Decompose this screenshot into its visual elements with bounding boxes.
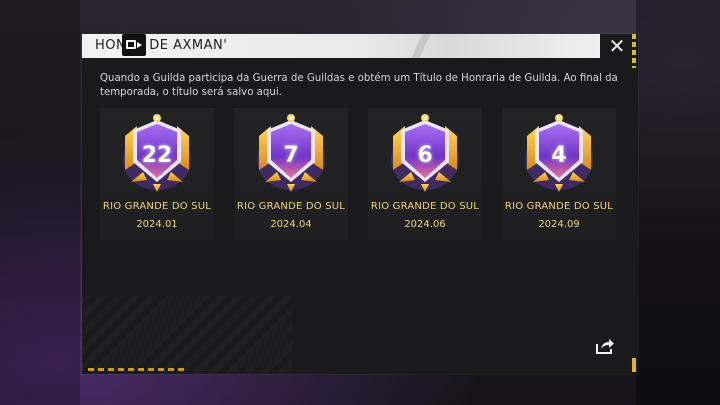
- honor-region: RIO GRANDE DO SUL: [370, 201, 480, 212]
- honor-rank: 4: [551, 143, 567, 168]
- honor-season: 2024.01: [136, 219, 178, 230]
- guild-honor-dialog: HONRA DE AXMAN' ✕ Quando a Guilda partic…: [82, 34, 638, 374]
- honor-card[interactable]: 22 RIO GRANDE DO SUL 2024.01: [100, 108, 214, 240]
- background-right-shade: [636, 0, 720, 405]
- close-icon: ✕: [608, 34, 626, 58]
- share-button[interactable]: [594, 336, 616, 356]
- close-button[interactable]: ✕: [604, 34, 630, 58]
- honor-rank: 7: [283, 143, 299, 168]
- honor-season: 2024.09: [538, 219, 580, 230]
- gold-corner-accent-bottom: [632, 358, 636, 372]
- hatch-decoration: [82, 296, 292, 374]
- honor-card[interactable]: 4 RIO GRANDE DO SUL 2024.09: [502, 108, 616, 240]
- background-left-shade: [0, 0, 80, 405]
- share-icon: [596, 339, 614, 354]
- honor-rank: 6: [417, 143, 433, 168]
- honor-card[interactable]: 7 RIO GRANDE DO SUL 2024.04: [234, 108, 348, 240]
- gold-bottom-accent: [88, 368, 188, 371]
- honor-region: RIO GRANDE DO SUL: [236, 201, 346, 212]
- title-bar-decoration: [382, 34, 472, 58]
- honor-region: RIO GRANDE DO SUL: [504, 201, 614, 212]
- honor-rank: 22: [141, 143, 173, 168]
- honor-region: RIO GRANDE DO SUL: [102, 201, 212, 212]
- honor-season: 2024.04: [270, 219, 312, 230]
- dialog-title: HONRA DE AXMAN': [95, 38, 228, 53]
- dialog-description: Quando a Guilda participa da Guerra de G…: [100, 73, 618, 98]
- screen-record-icon[interactable]: [122, 34, 146, 56]
- honor-card[interactable]: 6 RIO GRANDE DO SUL 2024.06: [368, 108, 482, 240]
- dialog-title-bar: HONRA DE AXMAN': [82, 34, 600, 58]
- honor-season: 2024.06: [404, 219, 446, 230]
- gold-corner-accent: [632, 34, 636, 68]
